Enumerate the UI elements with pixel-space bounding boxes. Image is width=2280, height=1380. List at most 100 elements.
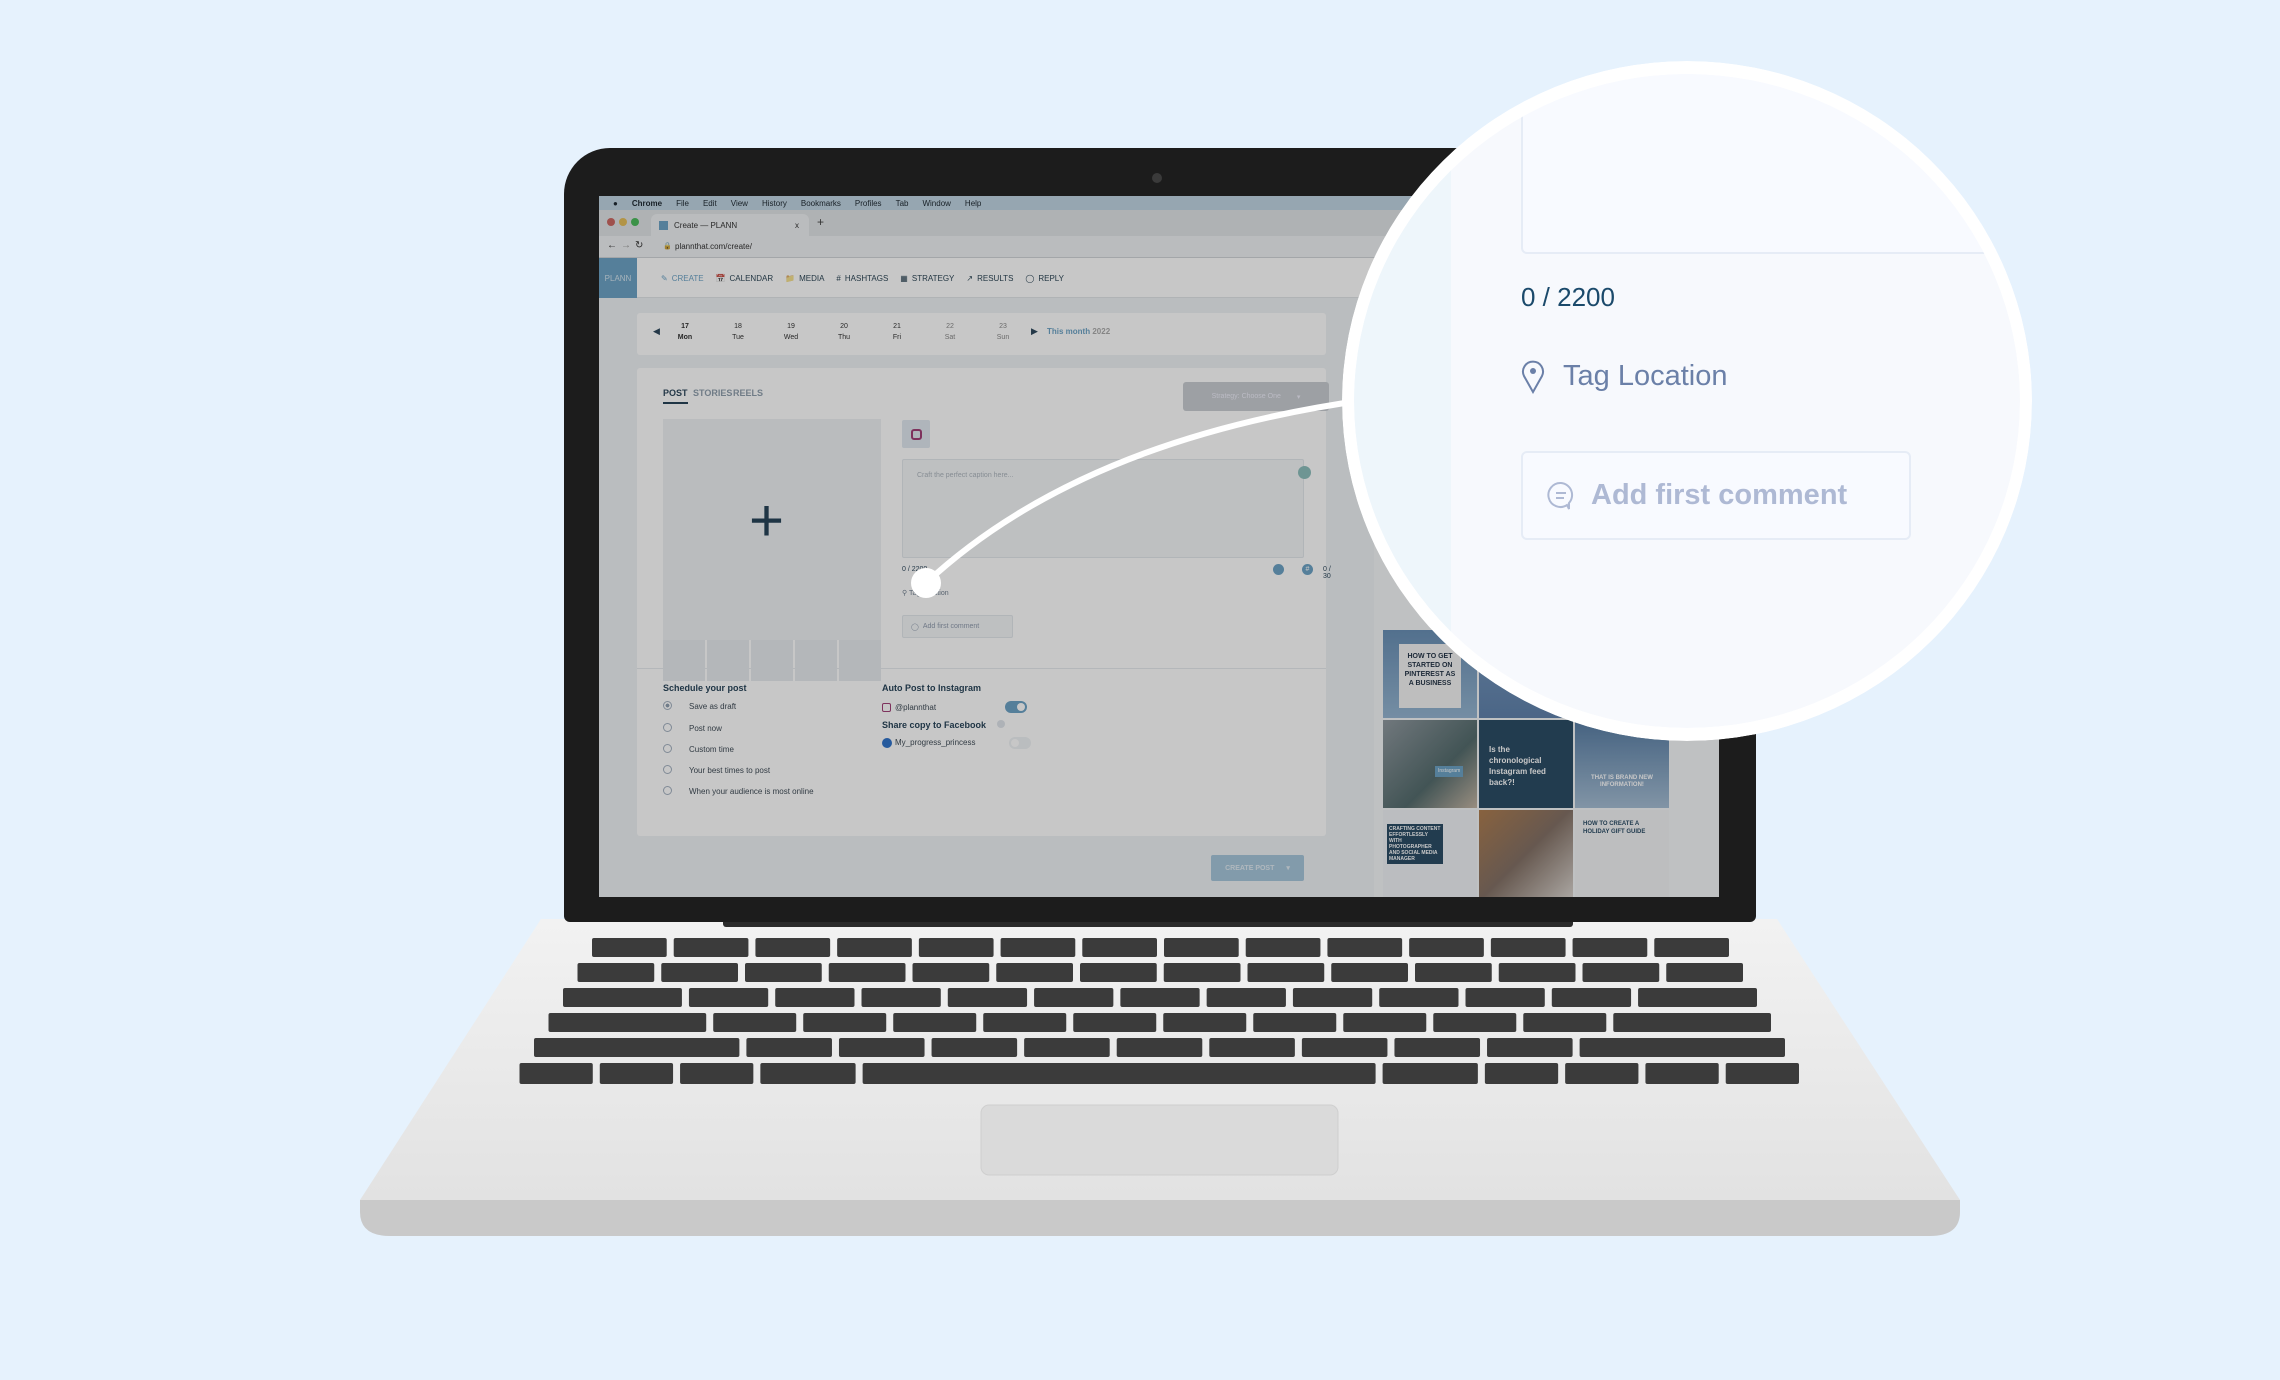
menu-edit[interactable]: Edit	[703, 199, 717, 208]
menu-bookmarks[interactable]: Bookmarks	[801, 199, 841, 208]
prev-week-arrow[interactable]: ◀	[653, 326, 660, 337]
lens-caption-textarea[interactable]	[1521, 74, 2020, 254]
next-week-arrow[interactable]: ▶	[1031, 326, 1038, 337]
forward-icon[interactable]: →	[621, 240, 631, 251]
feed-tile[interactable]: Instagram	[1383, 720, 1477, 808]
info-icon[interactable]	[997, 720, 1005, 728]
keyboard-key	[1164, 938, 1239, 957]
keyboard-key	[1163, 963, 1241, 982]
option-label: When your audience is most online	[689, 787, 814, 796]
create-post-button[interactable]: CREATE POST ▾	[1211, 855, 1304, 881]
add-first-comment-button[interactable]: ◯ Add first comment	[902, 615, 1013, 638]
date-strip: ◀ 17 Mon 18 Tue 19 Wed 20 Thu 21 Fri 22 Sat 23…	[637, 313, 1326, 355]
nav-reply[interactable]: ◯ REPLY	[1025, 274, 1064, 283]
tag-location-link[interactable]: ⚲ Tag Location	[902, 589, 949, 597]
close-window-button[interactable]	[607, 218, 615, 226]
chevron-down-icon: ▾	[1296, 393, 1301, 401]
lens-tag-location[interactable]: Tag Location	[1521, 358, 1727, 394]
autopost-toggle[interactable]	[1005, 701, 1027, 713]
nav-label: RESULTS	[977, 273, 1014, 283]
nav-create[interactable]: ✎ CREATE	[661, 274, 704, 283]
new-tab-button[interactable]: +	[817, 215, 824, 229]
keyboard-key	[1638, 988, 1757, 1007]
keyboard-key	[947, 988, 1028, 1007]
facebook-toggle[interactable]	[1009, 737, 1031, 749]
keyboard-key	[1465, 988, 1545, 1007]
thumbnail-slot[interactable]	[751, 640, 793, 681]
url-input[interactable]: plannthat.com/create/	[675, 242, 752, 251]
nav-calendar[interactable]: 📅 CALENDAR	[716, 274, 774, 283]
keyboard-key	[775, 988, 855, 1007]
radio-save-as-draft[interactable]	[663, 701, 672, 710]
keyboard-key	[1253, 1013, 1337, 1032]
thumbnail-slot[interactable]	[707, 640, 749, 681]
tab-title: Create — PLANN	[674, 220, 738, 230]
menu-window[interactable]: Window	[922, 199, 950, 208]
day-21[interactable]: 21 Fri	[877, 321, 917, 343]
tab-post[interactable]: POST	[663, 388, 688, 404]
keyboard-key	[599, 1063, 674, 1084]
tab-stories[interactable]: STORIES	[693, 388, 732, 398]
feed-tile[interactable]: CRAFTING CONTENT EFFORTLESSLY WITH PHOTO…	[1383, 810, 1477, 897]
minimize-window-button[interactable]	[619, 218, 627, 226]
menu-help[interactable]: Help	[965, 199, 981, 208]
thumbnail-slot[interactable]	[839, 640, 881, 681]
radio-audience-online[interactable]	[663, 786, 672, 795]
feed-tile[interactable]	[1479, 810, 1573, 897]
radio-custom-time[interactable]	[663, 744, 672, 753]
plann-logo[interactable]: PLANN	[599, 258, 637, 298]
menu-history[interactable]: History	[762, 199, 787, 208]
feed-tile[interactable]: HOW TO CREATE A HOLIDAY GIFT GUIDE	[1575, 810, 1669, 897]
menu-tab[interactable]: Tab	[896, 199, 909, 208]
chat-icon: ◯	[1025, 273, 1035, 283]
reload-icon[interactable]: ↻	[635, 240, 643, 251]
keyboard-key	[1725, 1063, 1799, 1084]
day-20[interactable]: 20 Thu	[824, 321, 864, 343]
day-19[interactable]: 19 Wed	[771, 321, 811, 343]
caption-placeholder: Craft the perfect caption here...	[917, 472, 1014, 479]
hashtag-button-icon[interactable]: #	[1302, 564, 1313, 575]
menu-file[interactable]: File	[676, 199, 689, 208]
folder-icon: 📁	[785, 273, 796, 283]
apple-icon[interactable]: ●	[613, 199, 618, 208]
day-22[interactable]: 22 Sat	[930, 321, 970, 343]
menu-view[interactable]: View	[731, 199, 748, 208]
keyboard-key	[1301, 1038, 1388, 1057]
day-23[interactable]: 23 Sun	[983, 321, 1023, 343]
emoji-icon[interactable]	[1273, 564, 1284, 575]
keyboard-key	[1209, 1038, 1295, 1057]
thumbnail-slot[interactable]	[663, 640, 705, 681]
this-month-link[interactable]: This month 2022	[1047, 327, 1110, 336]
media-upload-area[interactable]: +	[663, 419, 881, 640]
keyboard-key	[1116, 1038, 1203, 1057]
tab-reels[interactable]: REELS	[733, 388, 763, 398]
back-icon[interactable]: ←	[607, 240, 617, 251]
keyboard-key	[918, 938, 994, 957]
nav-results[interactable]: ↗ RESULTS	[966, 274, 1013, 283]
keyboard-key	[1487, 1038, 1573, 1057]
keyboard-key	[1327, 938, 1403, 957]
feed-tile[interactable]: Is the chronological Instagram feed back…	[1479, 720, 1573, 808]
radio-post-now[interactable]	[663, 723, 672, 732]
keyboard-key	[828, 963, 906, 982]
keyboard-key	[592, 938, 667, 957]
menu-profiles[interactable]: Profiles	[855, 199, 882, 208]
radio-best-times[interactable]	[663, 765, 672, 774]
tab-close-button[interactable]: x	[795, 221, 799, 230]
lens-add-first-comment-button[interactable]: Add first comment	[1521, 451, 1911, 540]
caption-textarea[interactable]: Craft the perfect caption here...	[902, 459, 1311, 558]
nav-strategy[interactable]: ▦ STRATEGY	[900, 274, 954, 283]
keyboard-key	[746, 1038, 832, 1057]
thumbnail-slot[interactable]	[795, 640, 837, 681]
maximize-window-button[interactable]	[631, 218, 639, 226]
keyboard-key	[861, 988, 941, 1007]
instagram-account-button[interactable]	[902, 420, 930, 448]
nav-media[interactable]: 📁 MEDIA	[785, 274, 824, 283]
menu-chrome[interactable]: Chrome	[632, 199, 662, 208]
nav-hashtags[interactable]: # HASHTAGS	[836, 274, 888, 283]
browser-tab[interactable]: Create — PLANN x	[651, 214, 809, 236]
strategy-dropdown[interactable]: Strategy: Choose One ▾	[1183, 382, 1329, 411]
lightbulb-icon[interactable]	[1298, 466, 1311, 479]
day-18[interactable]: 18 Tue	[718, 321, 758, 343]
day-17[interactable]: 17 Mon	[665, 321, 705, 343]
